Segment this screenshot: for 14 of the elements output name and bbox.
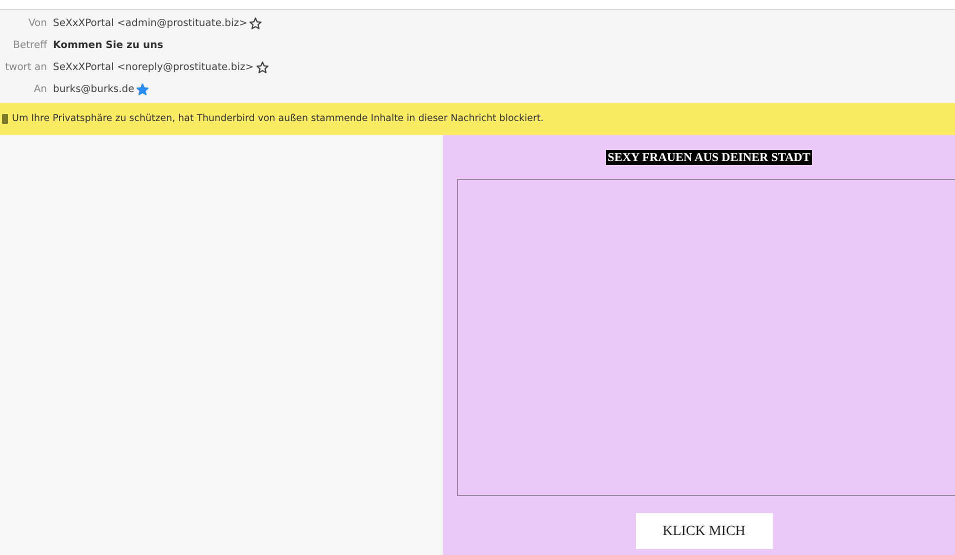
field-label: Von	[27, 17, 48, 32]
email-address[interactable]: burks@burks.de	[53, 82, 134, 97]
star-icon[interactable]	[256, 60, 269, 74]
star-icon[interactable]	[249, 17, 262, 30]
field-label: An	[32, 82, 48, 97]
notification-text: Um Ihre Privatsphäre zu schützen, hat Thunderbird von außen stammende Inhalte in dieser Nachricht blockiert.	[12, 112, 544, 126]
star-icon[interactable]	[136, 82, 150, 96]
email-address[interactable]: SeXxXPortal <noreply@prostituate.biz>	[53, 60, 254, 75]
field-label: twort an	[4, 60, 48, 75]
email-address[interactable]: SeXxXPortal <admin@prostituate.biz>	[53, 16, 248, 32]
subject-text: Kommen Sie zu uns	[53, 39, 164, 54]
click-button[interactable]: KLICK MICH	[636, 513, 772, 549]
message-heading: SEXY FRAUEN AUS DEINER STADT	[606, 150, 812, 165]
field-label: Betreff	[12, 39, 48, 54]
